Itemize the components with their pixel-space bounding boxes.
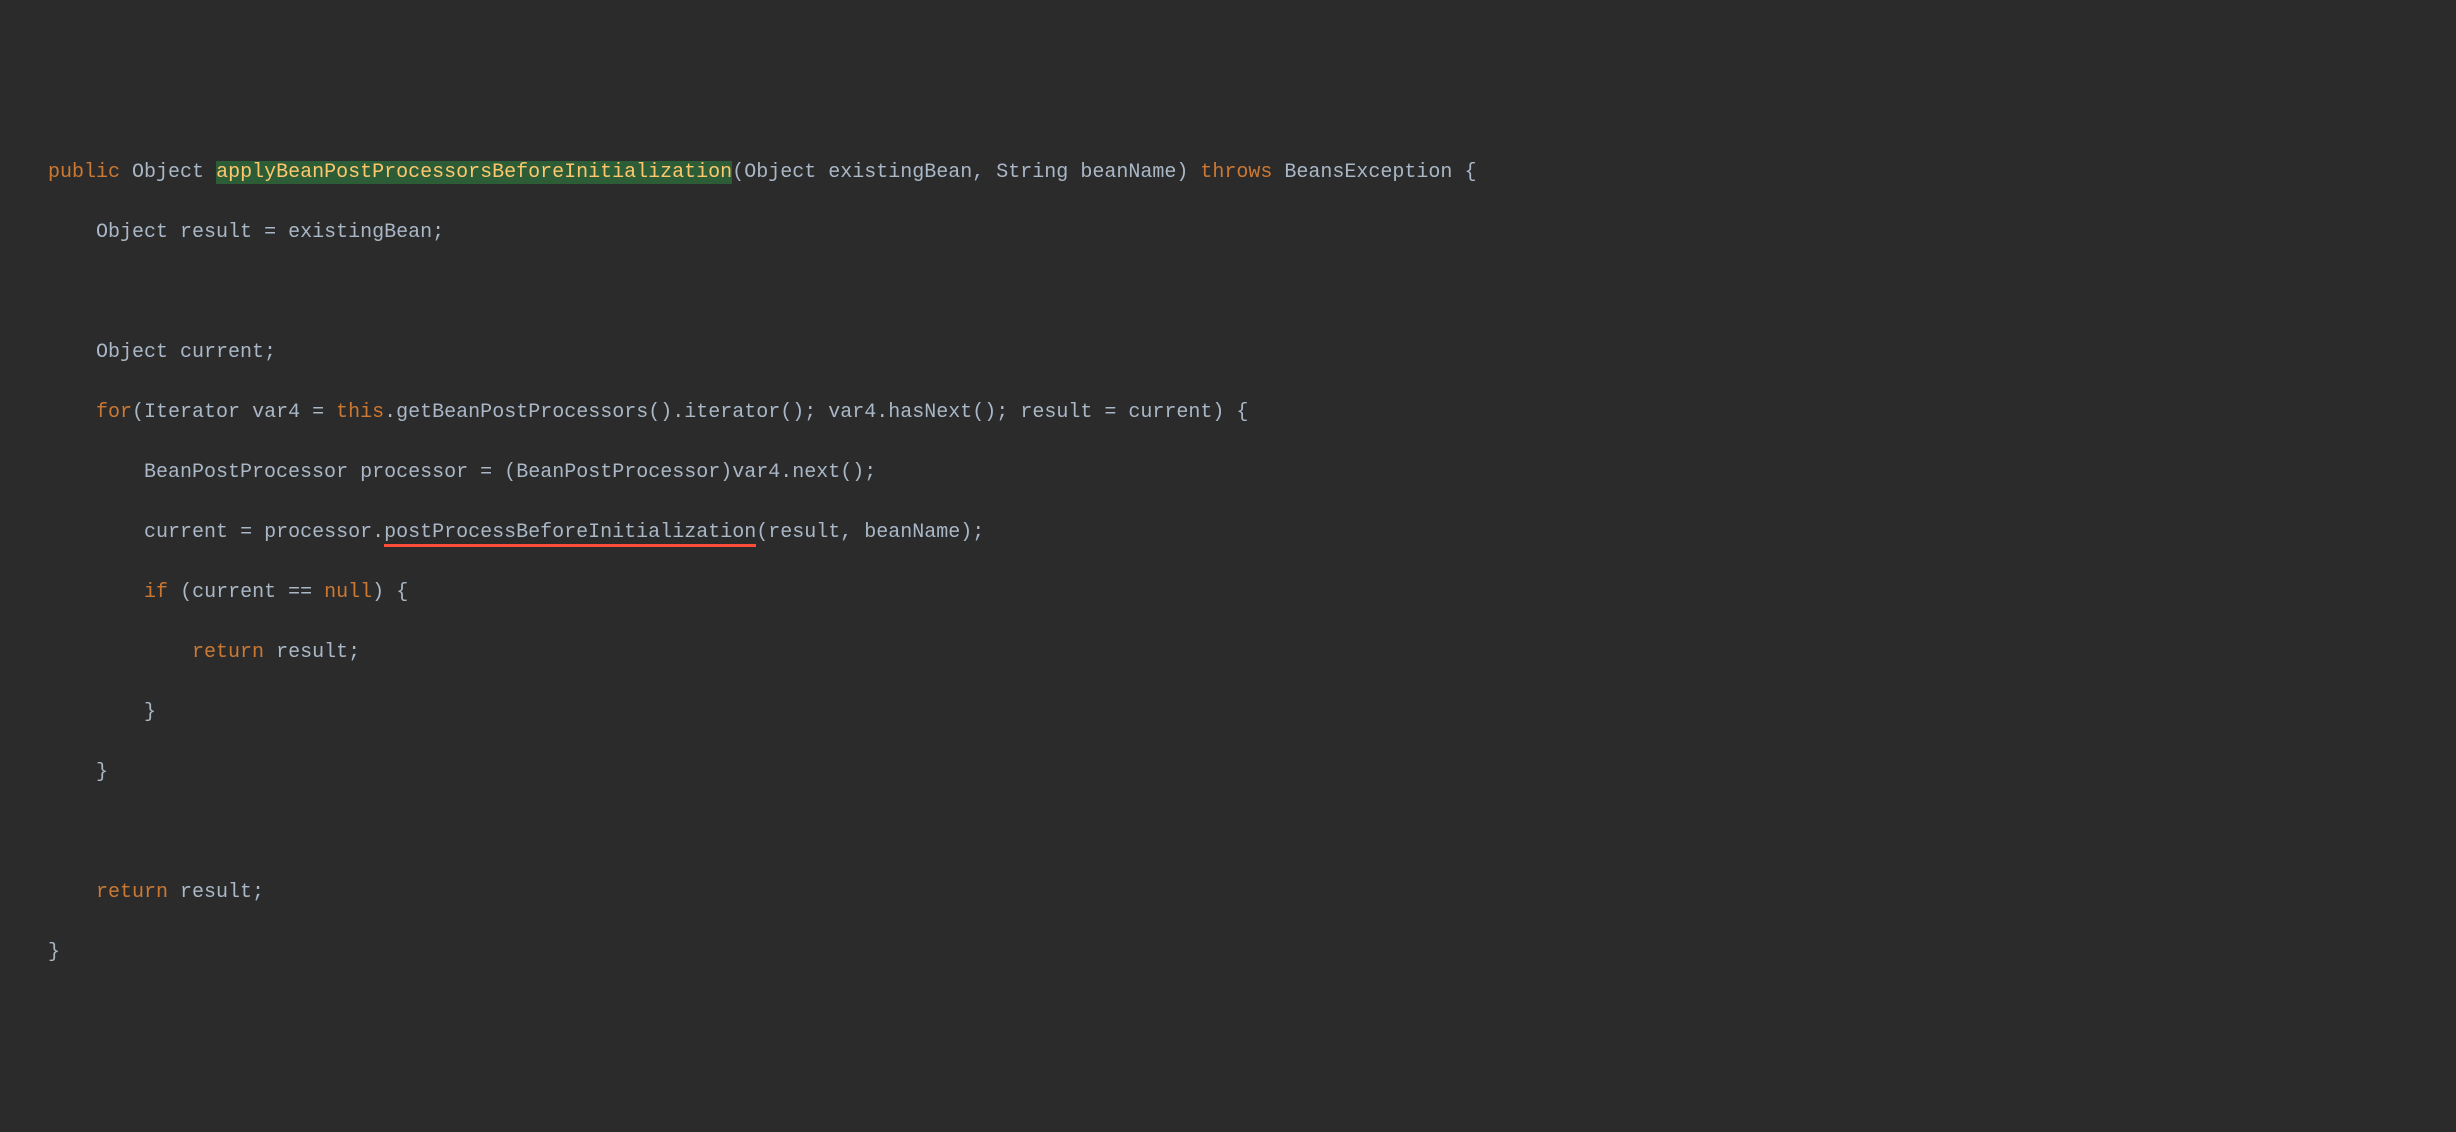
type-beanpostprocessor: BeanPostProcessor <box>144 461 348 484</box>
type-object: Object <box>96 341 168 364</box>
code-line-9: return result; <box>0 638 2456 668</box>
indent <box>0 641 192 664</box>
var-current: current; <box>180 341 276 364</box>
op-assign: = <box>480 461 492 484</box>
dot: . <box>372 521 384 544</box>
code-line-12-blank <box>0 818 2456 848</box>
param2-name: beanName <box>1080 161 1176 184</box>
code-line-2: Object result = existingBean; <box>0 218 2456 248</box>
paren-close: ) <box>372 581 384 604</box>
op-assign: = <box>264 221 276 244</box>
keyword-this: this <box>336 401 384 424</box>
comma: , <box>840 521 852 544</box>
method-name-highlighted: applyBeanPostProcessorsBeforeInitializat… <box>216 161 732 184</box>
code-editor[interactable]: public Object applyBeanPostProcessorsBef… <box>0 128 2456 998</box>
method-call-next: var4.next(); <box>732 461 876 484</box>
indent <box>0 881 96 904</box>
keyword-throws: throws <box>1200 161 1272 184</box>
keyword-for: for <box>96 401 132 424</box>
brace-close: } <box>144 701 156 724</box>
code-line-4: Object current; <box>0 338 2456 368</box>
keyword-if: if <box>144 581 168 604</box>
method-underlined: postProcessBeforeInitialization <box>384 521 756 547</box>
val-existingbean: existingBean; <box>288 221 444 244</box>
brace-open: { <box>1236 401 1248 424</box>
code-line-5: for(Iterator var4 = this.getBeanPostProc… <box>0 398 2456 428</box>
param2-type: String <box>996 161 1068 184</box>
indent <box>0 461 144 484</box>
var-result: result <box>180 221 252 244</box>
cast-type: BeanPostProcessor <box>516 461 720 484</box>
method-call: getBeanPostProcessors().iterator(); <box>396 401 816 424</box>
op-eq: == <box>288 581 312 604</box>
indent <box>0 401 96 424</box>
indent <box>0 221 96 244</box>
var-current: current <box>192 581 276 604</box>
var-processor: processor <box>360 461 468 484</box>
code-line-13: return result; <box>0 878 2456 908</box>
brace-close: } <box>96 761 108 784</box>
paren-open: ( <box>180 581 192 604</box>
var-var4: var4 <box>252 401 300 424</box>
indent <box>0 701 144 724</box>
val-result: result; <box>276 641 360 664</box>
comma: , <box>972 161 984 184</box>
indent <box>0 761 96 784</box>
type-object: Object <box>96 221 168 244</box>
keyword-null: null <box>324 581 372 604</box>
type-iterator: Iterator <box>144 401 240 424</box>
cast-open: ( <box>504 461 516 484</box>
indent <box>0 581 144 604</box>
paren-open: ( <box>132 401 144 424</box>
exception-type: BeansException <box>1284 161 1452 184</box>
op-assign: = <box>312 401 324 424</box>
brace-open: { <box>1464 161 1476 184</box>
paren-open: ( <box>732 161 744 184</box>
keyword-return: return <box>192 641 264 664</box>
brace-close: } <box>48 941 60 964</box>
code-line-11: } <box>0 758 2456 788</box>
paren-close: ); <box>960 521 984 544</box>
dot: . <box>384 401 396 424</box>
indent <box>0 341 96 364</box>
for-update: result = current) <box>1020 401 1224 424</box>
keyword-return: return <box>96 881 168 904</box>
code-line-1: public Object applyBeanPostProcessorsBef… <box>0 158 2456 188</box>
code-line-3-blank <box>0 278 2456 308</box>
param1-type: Object <box>744 161 816 184</box>
indent <box>0 521 144 544</box>
cast-close: ) <box>720 461 732 484</box>
code-line-6: BeanPostProcessor processor = (BeanPostP… <box>0 458 2456 488</box>
var-current: current <box>144 521 228 544</box>
keyword-public: public <box>48 161 120 184</box>
code-line-7: current = processor.postProcessBeforeIni… <box>0 518 2456 548</box>
type-object: Object <box>132 161 204 184</box>
param1-name: existingBean <box>828 161 972 184</box>
arg-result: result <box>768 521 840 544</box>
paren-close: ) <box>1176 161 1188 184</box>
code-line-14: } <box>0 938 2456 968</box>
paren-open: ( <box>756 521 768 544</box>
val-result: result; <box>180 881 264 904</box>
arg-beanname: beanName <box>864 521 960 544</box>
for-condition: var4.hasNext(); <box>828 401 1008 424</box>
brace-open: { <box>396 581 408 604</box>
code-line-8: if (current == null) { <box>0 578 2456 608</box>
obj-processor: processor <box>264 521 372 544</box>
code-line-10: } <box>0 698 2456 728</box>
indent <box>0 941 48 964</box>
op-assign: = <box>240 521 252 544</box>
